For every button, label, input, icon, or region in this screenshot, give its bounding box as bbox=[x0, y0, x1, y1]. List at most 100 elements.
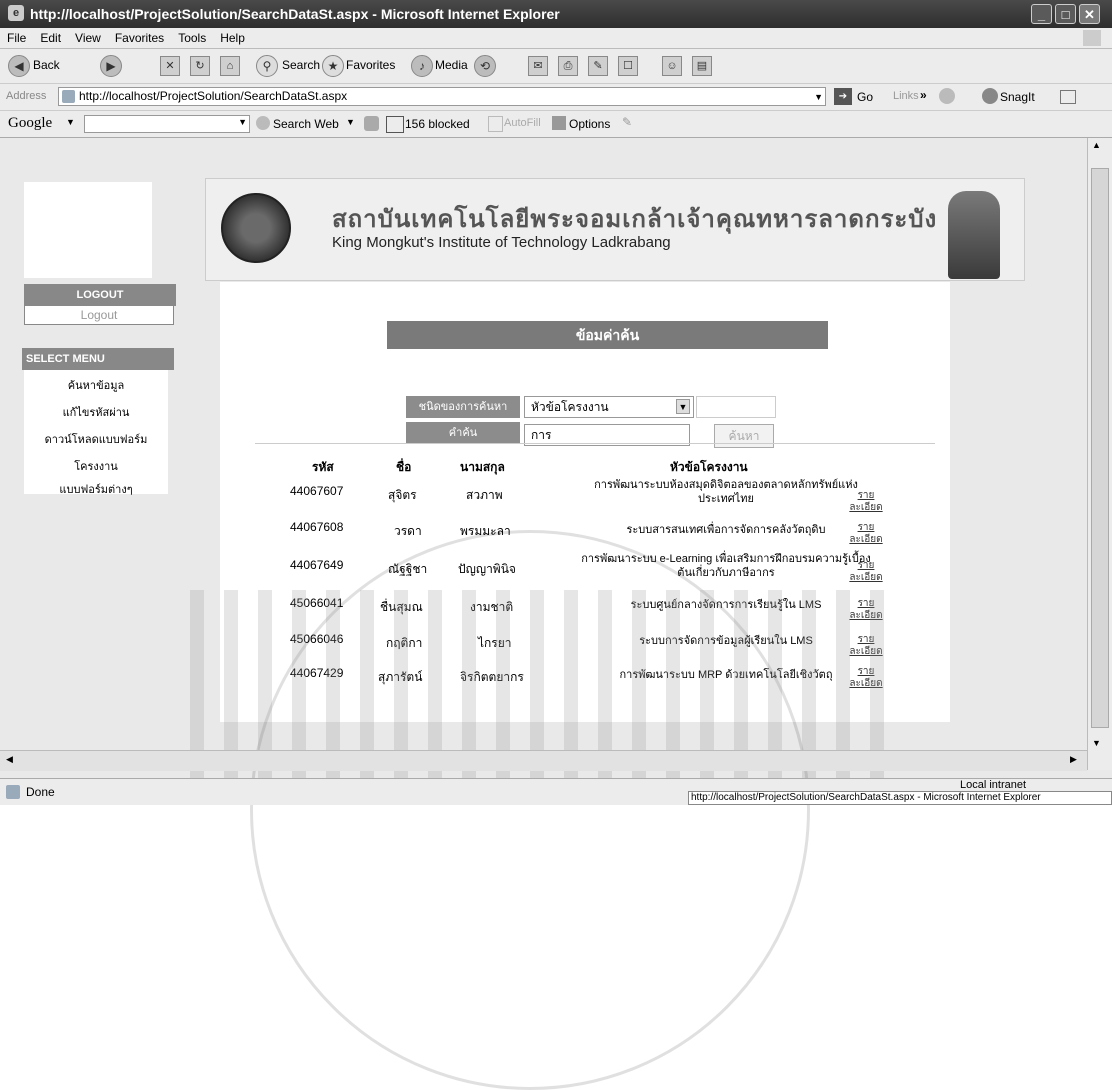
search-type-select[interactable]: หัวข้อโครงงาน ▼ bbox=[524, 396, 694, 418]
scroll-up-arrow-icon[interactable]: ▲ bbox=[1092, 140, 1101, 150]
address-input[interactable]: http://localhost/ProjectSolution/SearchD… bbox=[58, 87, 826, 106]
chevron-down-icon[interactable]: ▼ bbox=[676, 399, 690, 414]
snagit-window-icon[interactable] bbox=[1060, 90, 1076, 104]
google-toolbar: Google ▼ ▼ Search Web ▼ 156 blocked Auto… bbox=[0, 111, 1112, 138]
standard-toolbar: ◀ Back ▶ ✕ ↻ ⌂ ⚲ Search ★ Favorites ♪ Me… bbox=[0, 49, 1112, 84]
sidebar-item-projects[interactable]: โครงงาน bbox=[24, 457, 168, 475]
messenger-icon[interactable]: ☺ bbox=[662, 56, 682, 76]
google-search-input[interactable]: ▼ bbox=[84, 115, 250, 133]
options-button[interactable]: Options bbox=[569, 117, 610, 131]
window-title-bar: e http://localhost/ProjectSolution/Searc… bbox=[0, 0, 1112, 28]
sidebar-item-search[interactable]: ค้นหาข้อมูล bbox=[24, 376, 168, 394]
search-button[interactable]: Search bbox=[282, 58, 320, 72]
forward-arrow-icon[interactable]: ▶ bbox=[100, 55, 122, 77]
logout-header: LOGOUT bbox=[24, 284, 176, 306]
status-bar: Done Local intranet http://localhost/Pro… bbox=[0, 778, 1112, 805]
stop-icon[interactable]: ✕ bbox=[160, 56, 180, 76]
favorites-star-icon[interactable]: ★ bbox=[322, 55, 344, 77]
chevron-right-icon[interactable]: » bbox=[920, 88, 927, 102]
col-header-surname: นามสกุล bbox=[460, 460, 505, 474]
discuss-icon[interactable]: ☐ bbox=[618, 56, 638, 76]
snagit-icon[interactable] bbox=[982, 88, 998, 104]
research-icon[interactable]: ▤ bbox=[692, 56, 712, 76]
history-icon[interactable]: ⟲ bbox=[474, 55, 496, 77]
english-institute-title: King Mongkut's Institute of Technology L… bbox=[332, 234, 671, 251]
menu-favorites[interactable]: Favorites bbox=[108, 28, 171, 45]
row-id: 44067608 bbox=[290, 520, 344, 534]
refresh-icon[interactable]: ↻ bbox=[190, 56, 210, 76]
dropdown-arrow-icon[interactable]: ▼ bbox=[238, 117, 247, 127]
row-surname: ปัญญาพินิจ bbox=[458, 562, 516, 576]
ie-logo-icon: e bbox=[8, 5, 24, 21]
edit-icon[interactable]: ✎ bbox=[588, 56, 608, 76]
scroll-left-arrow-icon[interactable]: ◀ bbox=[6, 754, 13, 765]
horizontal-scrollbar[interactable]: ◀ ▶ bbox=[0, 750, 1087, 771]
menu-view[interactable]: View bbox=[68, 28, 108, 45]
detail-link[interactable]: รายละเอียด bbox=[846, 490, 886, 514]
search-icon[interactable]: ⚲ bbox=[256, 55, 278, 77]
popup-blocked-count[interactable]: 156 blocked bbox=[405, 117, 470, 131]
links-label[interactable]: Links bbox=[893, 90, 919, 102]
search-web-button[interactable]: Search Web bbox=[273, 117, 339, 131]
sidebar-menu: ค้นหาข้อมูล แก้ไขรหัสผ่าน ดาวน์โหลดแบบฟอ… bbox=[24, 370, 168, 496]
media-button[interactable]: Media bbox=[435, 58, 468, 72]
highlighter-icon[interactable]: ✎ bbox=[622, 115, 632, 129]
google-logo[interactable]: Google bbox=[8, 115, 52, 132]
snagit-capture-icon[interactable] bbox=[939, 88, 955, 104]
mail-icon[interactable]: ✉ bbox=[528, 56, 548, 76]
logout-button[interactable]: Logout bbox=[24, 305, 174, 325]
col-header-topic: หัวข้อโครงงาน bbox=[670, 460, 748, 474]
taskbar-window-button[interactable]: http://localhost/ProjectSolution/SearchD… bbox=[688, 791, 1112, 805]
home-icon[interactable]: ⌂ bbox=[220, 56, 240, 76]
autofill-icon bbox=[488, 116, 503, 132]
menu-help[interactable]: Help bbox=[213, 28, 252, 45]
row-topic: ระบบสารสนเทศเพื่อการจัดการคลังวัตถุดิบ bbox=[626, 524, 826, 536]
detail-link[interactable]: รายละเอียด bbox=[846, 522, 886, 546]
search-submit-button[interactable]: ค้นหา bbox=[714, 424, 774, 448]
minimize-button[interactable]: _ bbox=[1031, 4, 1052, 24]
go-button[interactable]: Go bbox=[857, 90, 873, 104]
menu-edit[interactable]: Edit bbox=[33, 28, 68, 45]
sidebar-item-download-forms[interactable]: ดาวน์โหลดแบบฟอร์ม bbox=[24, 430, 168, 448]
google-menu-arrow-icon[interactable]: ▼ bbox=[66, 117, 75, 127]
address-url: http://localhost/ProjectSolution/SearchD… bbox=[79, 89, 348, 103]
maximize-button[interactable]: □ bbox=[1055, 4, 1076, 24]
snagit-button[interactable]: SnagIt bbox=[1000, 90, 1035, 104]
status-text: Done bbox=[26, 785, 55, 799]
scroll-down-arrow-icon[interactable]: ▼ bbox=[1092, 738, 1101, 748]
page-done-icon bbox=[6, 785, 20, 799]
row-topic: การพัฒนาระบบ e-Learning เพื่อเสริมการฝึก… bbox=[581, 553, 871, 579]
window-title: http://localhost/ProjectSolution/SearchD… bbox=[30, 6, 560, 22]
search-type-value: หัวข้อโครงงาน bbox=[531, 400, 609, 414]
print-icon[interactable]: ⎙ bbox=[558, 56, 578, 76]
divider bbox=[255, 443, 935, 444]
keyword-label: คำค้น bbox=[406, 422, 520, 444]
row-topic: การพัฒนาระบบห้องสมุดดิจิตอลของตลาดหลักทร… bbox=[594, 479, 858, 505]
favorites-button[interactable]: Favorites bbox=[346, 58, 395, 72]
search-web-arrow-icon[interactable]: ▼ bbox=[346, 117, 355, 127]
header-banner: สถาบันเทคโนโลยีพระจอมเกล้าเจ้าคุณทหารลาด… bbox=[205, 178, 1025, 281]
dropdown-arrow-icon[interactable]: ▼ bbox=[814, 89, 823, 106]
col-header-id: รหัส bbox=[312, 460, 334, 474]
menu-tools[interactable]: Tools bbox=[171, 28, 213, 45]
back-button[interactable]: Back bbox=[33, 58, 60, 72]
back-arrow-icon[interactable]: ◀ bbox=[8, 55, 30, 77]
go-arrow-icon[interactable]: ➔ bbox=[834, 88, 852, 105]
menu-file[interactable]: File bbox=[0, 28, 33, 45]
row-surname: พรมมะลา bbox=[460, 524, 511, 538]
media-icon[interactable]: ♪ bbox=[411, 55, 433, 77]
sidebar-item-change-password[interactable]: แก้ไขรหัสผ่าน bbox=[24, 403, 168, 421]
vertical-scroll-thumb[interactable] bbox=[1091, 168, 1109, 728]
scroll-right-arrow-icon[interactable]: ▶ bbox=[1070, 754, 1077, 765]
search-type-spacer bbox=[696, 396, 776, 418]
autofill-button[interactable]: AutoFill bbox=[504, 117, 541, 129]
sidebar-item-misc-forms[interactable]: แบบฟอร์มต่างๆ bbox=[24, 480, 168, 498]
detail-link[interactable]: รายละเอียด bbox=[846, 560, 886, 584]
address-bar: Address http://localhost/ProjectSolution… bbox=[0, 84, 1112, 111]
vertical-scrollbar[interactable]: ▲ ▼ bbox=[1087, 138, 1112, 770]
king-statue-image bbox=[948, 191, 1000, 279]
news-icon[interactable] bbox=[364, 116, 379, 131]
row-name: วรดา bbox=[394, 524, 422, 538]
close-button[interactable]: ✕ bbox=[1079, 4, 1100, 24]
left-logo-area bbox=[24, 182, 152, 278]
